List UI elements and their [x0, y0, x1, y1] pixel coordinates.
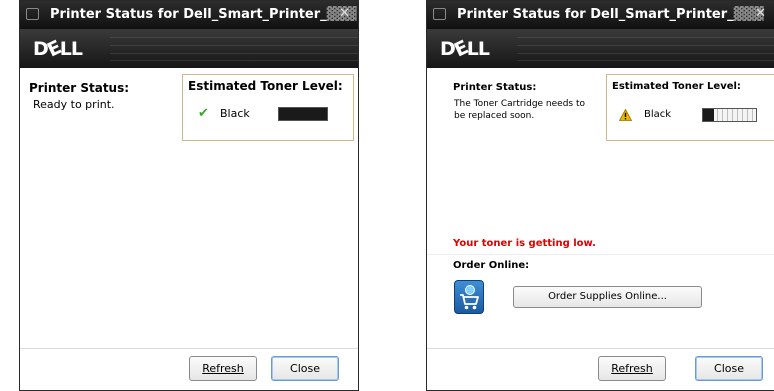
toner-color-label: Black: [644, 109, 672, 120]
toner-level-bar: [702, 108, 757, 122]
window-close-icon[interactable]: ✕: [339, 6, 350, 21]
printer-status-message: Ready to print.: [33, 98, 115, 111]
window-title: Printer Status for Dell_Smart_Printer_▓▓…: [457, 7, 764, 22]
toner-color-label: Black: [220, 107, 250, 120]
toner-level-fill: [279, 108, 327, 120]
toner-level-heading: Estimated Toner Level:: [188, 79, 343, 93]
printer-status-heading: Printer Status:: [29, 81, 130, 95]
title-bar[interactable]: Printer Status for Dell_Smart_Printer_▓▓…: [427, 1, 774, 29]
window-menu-icon[interactable]: [26, 8, 39, 20]
printer-status-message-line1: The Toner Cartridge needs to: [454, 99, 586, 109]
content-separator: [427, 254, 774, 255]
toner-level-panel: Estimated Toner Level: ✔ Black: [182, 74, 354, 141]
low-toner-alert: Your toner is getting low.: [453, 238, 596, 249]
dell-banner: DELL: [427, 29, 774, 68]
window-close-icon[interactable]: ✕: [755, 6, 766, 21]
printer-status-message-line2: be replaced soon.: [454, 111, 535, 121]
toner-level-bar: [278, 107, 328, 121]
shopping-cart-icon[interactable]: [454, 280, 484, 314]
footer-separator: [427, 348, 774, 349]
toner-level-panel: Estimated Toner Level: Black: [606, 74, 774, 141]
checkmark-icon: ✔: [198, 106, 209, 121]
dell-banner: DELL: [20, 29, 358, 68]
order-online-heading: Order Online:: [453, 260, 530, 271]
window-title: Printer Status for Dell_Smart_Printer_▓▓…: [50, 7, 357, 22]
order-supplies-online-button[interactable]: Order Supplies Online...: [513, 286, 702, 308]
dell-logo: DELL: [33, 36, 83, 62]
title-bar[interactable]: Printer Status for Dell_Smart_Printer_▓▓…: [20, 1, 358, 29]
refresh-button[interactable]: Refresh: [598, 356, 666, 381]
close-button[interactable]: Close: [695, 356, 763, 381]
refresh-button[interactable]: Refresh: [189, 356, 257, 381]
warning-icon: [619, 109, 632, 121]
footer-separator: [20, 348, 358, 349]
close-button[interactable]: Close: [271, 356, 339, 381]
toner-level-fill: [703, 109, 714, 121]
dell-logo: DELL: [440, 36, 490, 62]
toner-level-heading: Estimated Toner Level:: [612, 81, 741, 92]
printer-status-window-ok: Printer Status for Dell_Smart_Printer_▓▓…: [19, 0, 359, 391]
printer-status-window-low-toner: Printer Status for Dell_Smart_Printer_▓▓…: [426, 0, 774, 391]
printer-status-heading: Printer Status:: [453, 82, 537, 93]
window-menu-icon[interactable]: [433, 8, 446, 20]
